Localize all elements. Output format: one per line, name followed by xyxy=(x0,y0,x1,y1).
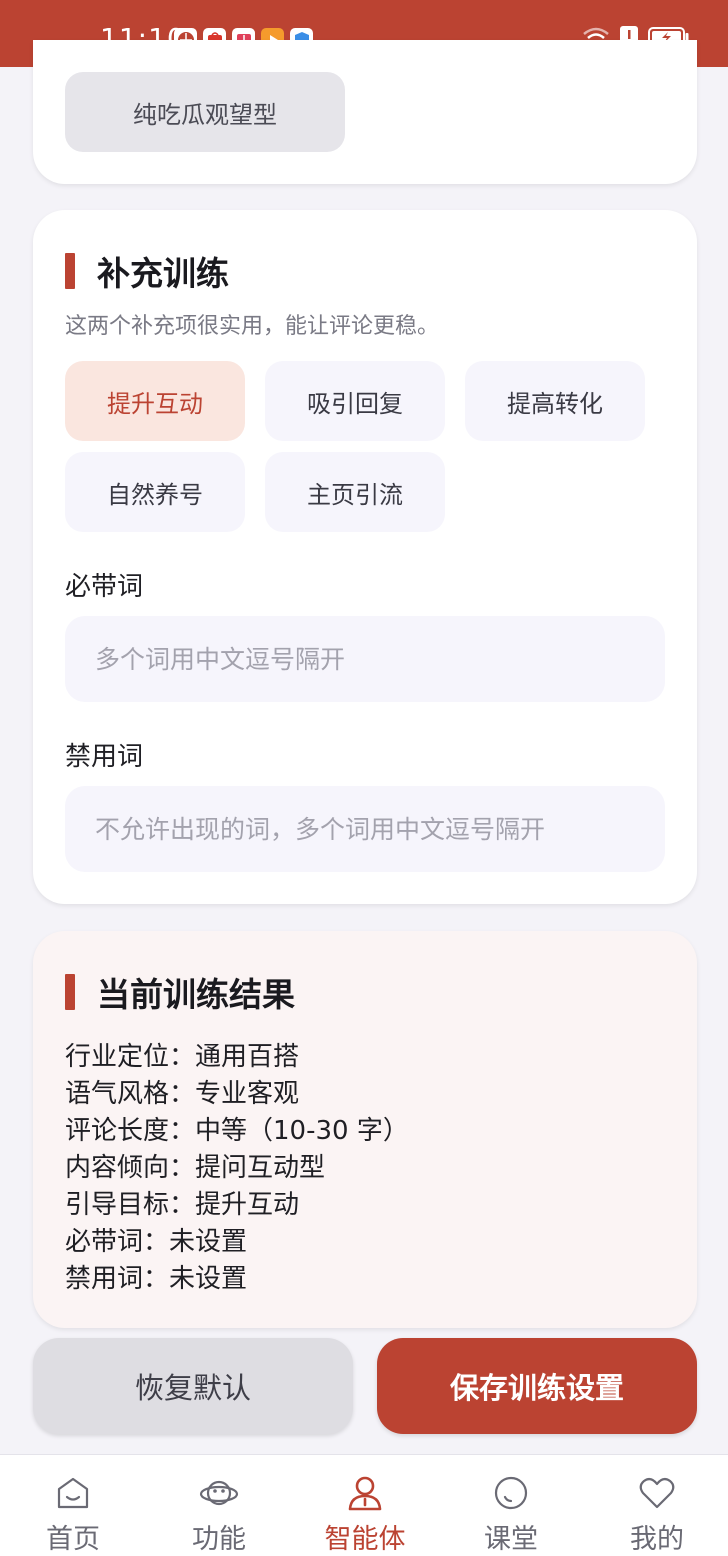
option-profile-traffic[interactable]: 主页引流 xyxy=(265,452,445,532)
result-list: 行业定位：通用百搭 语气风格：专业客观 评论长度：中等（10-30 字） 内容倾… xyxy=(65,1039,409,1298)
nav-item-profile[interactable]: 我的 xyxy=(584,1455,728,1556)
option-natural-account-growth[interactable]: 自然养号 xyxy=(65,452,245,532)
result-content-tendency: 内容倾向：提问互动型 xyxy=(65,1153,326,1183)
section-accent-bar xyxy=(65,253,75,289)
option-attract-replies[interactable]: 吸引回复 xyxy=(265,361,445,441)
result-required-words: 必带词：未设置 xyxy=(65,1227,248,1257)
banned-words-input[interactable] xyxy=(65,786,665,872)
option-label: 主页引流 xyxy=(307,480,403,509)
required-words-label: 必带词 xyxy=(65,572,144,602)
nav-item-features[interactable]: 功能 xyxy=(146,1455,292,1556)
option-label: 吸引回复 xyxy=(307,389,403,418)
required-words-input[interactable] xyxy=(65,616,665,702)
save-training-settings-button[interactable]: 保存训练设置 xyxy=(377,1338,697,1434)
planet-icon xyxy=(199,1480,239,1506)
training-result-card: 当前训练结果 行业定位：通用百搭 语气风格：专业客观 评论长度：中等（10-30… xyxy=(33,931,697,1328)
nav-label: 课堂 xyxy=(484,1524,538,1555)
result-tone: 语气风格：专业客观 xyxy=(65,1079,300,1109)
option-boost-interaction[interactable]: 提升互动 xyxy=(65,361,245,441)
section-accent-bar xyxy=(65,974,75,1010)
nav-label: 首页 xyxy=(46,1524,100,1555)
section-title: 补充训练 xyxy=(97,254,229,293)
option-label: 纯吃瓜观望型 xyxy=(133,100,277,129)
result-length: 评论长度：中等（10-30 字） xyxy=(65,1116,409,1146)
agent-icon xyxy=(348,1476,382,1511)
heart-icon xyxy=(639,1477,675,1509)
nav-item-home[interactable]: 首页 xyxy=(0,1455,146,1556)
option-label: 提升互动 xyxy=(107,389,203,418)
classroom-icon xyxy=(494,1476,528,1510)
nav-item-agent[interactable]: 智能体 xyxy=(292,1455,438,1556)
section-header: 补充训练 xyxy=(65,247,229,295)
style-options-card: 纯吃瓜观望型 xyxy=(33,40,697,184)
result-industry: 行业定位：通用百搭 xyxy=(65,1042,300,1072)
result-guide-goal: 引导目标：提升互动 xyxy=(65,1190,300,1220)
option-label: 自然养号 xyxy=(107,480,203,509)
bottom-nav: 首页 功能 智能体 课堂 我的 xyxy=(0,1454,728,1556)
nav-label: 我的 xyxy=(630,1524,684,1555)
section-title: 当前训练结果 xyxy=(97,975,295,1014)
option-label: 提高转化 xyxy=(507,389,603,418)
section-header: 当前训练结果 xyxy=(65,968,295,1016)
nav-label: 功能 xyxy=(192,1524,246,1555)
nav-item-classroom[interactable]: 课堂 xyxy=(438,1455,584,1556)
banned-words-label: 禁用词 xyxy=(65,742,144,772)
reset-default-button[interactable]: 恢复默认 xyxy=(33,1338,353,1434)
supplement-training-card: 补充训练 这两个补充项很实用，能让评论更稳。 提升互动 吸引回复 提高转化 自然… xyxy=(33,210,697,904)
result-banned-words: 禁用词：未设置 xyxy=(65,1264,248,1294)
nav-label: 智能体 xyxy=(324,1524,406,1555)
option-watcher-type[interactable]: 纯吃瓜观望型 xyxy=(65,72,345,152)
section-description: 这两个补充项很实用，能让评论更稳。 xyxy=(65,314,440,339)
home-icon xyxy=(57,1477,89,1509)
option-increase-conversion[interactable]: 提高转化 xyxy=(465,361,645,441)
